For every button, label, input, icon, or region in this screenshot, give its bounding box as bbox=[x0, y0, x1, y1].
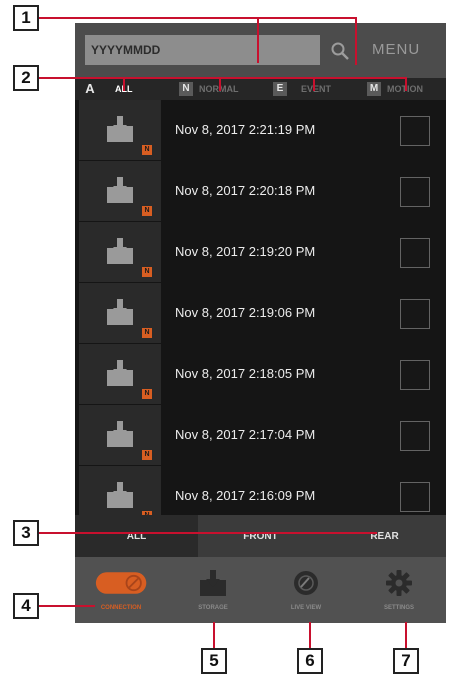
filter-label: EVENT bbox=[301, 84, 332, 94]
callout-3: 3 bbox=[13, 520, 39, 546]
nav-label: SETTINGS bbox=[383, 605, 414, 611]
select-checkbox[interactable] bbox=[400, 299, 430, 329]
leader-line-6 bbox=[309, 622, 311, 648]
download-icon bbox=[107, 360, 133, 386]
leader-line-1 bbox=[355, 17, 357, 65]
nav-storage[interactable]: STORAGE bbox=[167, 557, 259, 623]
list-item[interactable]: N Nov 8, 2017 2:19:20 PM bbox=[75, 222, 446, 283]
download-icon bbox=[107, 238, 133, 264]
filter-letter: M bbox=[367, 82, 381, 96]
recording-thumbnail[interactable]: N bbox=[79, 283, 161, 343]
recording-timestamp: Nov 8, 2017 2:19:20 PM bbox=[175, 244, 316, 259]
select-checkbox[interactable] bbox=[400, 177, 430, 207]
filter-motion[interactable]: M MOTION bbox=[367, 81, 423, 97]
leader-line-2 bbox=[39, 77, 407, 79]
normal-badge: N bbox=[142, 450, 152, 460]
list-item[interactable]: N Nov 8, 2017 2:16:09 PM bbox=[75, 466, 446, 515]
list-item[interactable]: N Nov 8, 2017 2:17:04 PM bbox=[75, 405, 446, 466]
leader-line-2 bbox=[313, 77, 315, 91]
normal-badge: N bbox=[142, 328, 152, 338]
download-icon bbox=[107, 421, 133, 447]
recording-thumbnail[interactable]: N bbox=[79, 222, 161, 282]
select-checkbox[interactable] bbox=[400, 482, 430, 512]
list-item[interactable]: N Nov 8, 2017 2:18:05 PM bbox=[75, 344, 446, 405]
recording-timestamp: Nov 8, 2017 2:20:18 PM bbox=[175, 183, 316, 198]
callout-4: 4 bbox=[13, 593, 39, 619]
nav-label: STORAGE bbox=[198, 605, 228, 611]
select-checkbox[interactable] bbox=[400, 421, 430, 451]
leader-line-2 bbox=[219, 77, 221, 91]
callout-5: 5 bbox=[201, 648, 227, 674]
select-checkbox[interactable] bbox=[400, 116, 430, 146]
recording-timestamp: Nov 8, 2017 2:17:04 PM bbox=[175, 427, 316, 442]
bottom-nav: CONNECTION STORAGE LIVE VIEW SETTINGS bbox=[75, 557, 446, 623]
filter-letter: E bbox=[273, 82, 287, 96]
callout-6: 6 bbox=[297, 648, 323, 674]
list-item[interactable]: N Nov 8, 2017 2:20:18 PM bbox=[75, 161, 446, 222]
filter-letter: N bbox=[179, 82, 193, 96]
tab-front[interactable]: FRONT bbox=[199, 515, 322, 557]
download-icon bbox=[107, 116, 133, 142]
tab-all[interactable]: ALL bbox=[75, 515, 198, 557]
search-bar: YYYYMMDD MENU bbox=[75, 23, 446, 78]
settings-icon bbox=[386, 570, 412, 596]
filter-all[interactable]: A ALL bbox=[83, 81, 132, 97]
filter-letter: A bbox=[85, 81, 95, 96]
recording-thumbnail[interactable]: N bbox=[79, 100, 161, 160]
menu-button[interactable]: MENU bbox=[372, 41, 420, 58]
recording-timestamp: Nov 8, 2017 2:21:19 PM bbox=[175, 122, 316, 137]
recording-thumbnail[interactable]: N bbox=[79, 161, 161, 221]
recording-thumbnail[interactable]: N bbox=[79, 405, 161, 465]
storage-icon bbox=[200, 570, 226, 596]
recording-timestamp: Nov 8, 2017 2:19:06 PM bbox=[175, 305, 316, 320]
connection-icon bbox=[95, 572, 147, 594]
tab-rear[interactable]: REAR bbox=[323, 515, 446, 557]
recording-timestamp: Nov 8, 2017 2:18:05 PM bbox=[175, 366, 316, 381]
recording-list[interactable]: N Nov 8, 2017 2:21:19 PM N Nov 8, 2017 2… bbox=[75, 100, 446, 515]
normal-badge: N bbox=[142, 389, 152, 399]
leader-line-2 bbox=[123, 77, 125, 91]
recording-timestamp: Nov 8, 2017 2:16:09 PM bbox=[175, 488, 316, 503]
leader-line-1 bbox=[39, 17, 357, 19]
normal-badge: N bbox=[142, 206, 152, 216]
filter-normal[interactable]: N NORMAL bbox=[179, 81, 239, 97]
live-view-icon bbox=[294, 571, 318, 595]
leader-line-4 bbox=[39, 605, 95, 607]
select-checkbox[interactable] bbox=[400, 360, 430, 390]
leader-line-1 bbox=[257, 17, 259, 63]
callout-2: 2 bbox=[13, 65, 39, 91]
list-item[interactable]: N Nov 8, 2017 2:21:19 PM bbox=[75, 100, 446, 161]
filter-bar: A ALL N NORMAL E EVENT M MOTION bbox=[75, 78, 446, 100]
nav-live-view[interactable]: LIVE VIEW bbox=[260, 557, 352, 623]
leader-line-7 bbox=[405, 622, 407, 648]
search-icon[interactable] bbox=[330, 41, 350, 61]
recording-thumbnail[interactable]: N bbox=[79, 344, 161, 404]
normal-badge: N bbox=[142, 267, 152, 277]
normal-badge: N bbox=[142, 145, 152, 155]
select-checkbox[interactable] bbox=[400, 238, 430, 268]
recording-thumbnail[interactable]: N bbox=[79, 466, 161, 515]
list-item[interactable]: N Nov 8, 2017 2:19:06 PM bbox=[75, 283, 446, 344]
camera-tabs: ALL FRONT REAR bbox=[75, 515, 446, 557]
leader-line-5 bbox=[213, 622, 215, 648]
nav-label: LIVE VIEW bbox=[290, 605, 322, 611]
filter-event[interactable]: E EVENT bbox=[273, 81, 331, 97]
download-icon bbox=[107, 482, 133, 508]
nav-settings[interactable]: SETTINGS bbox=[353, 557, 445, 623]
leader-line-2 bbox=[405, 77, 407, 91]
search-input[interactable]: YYYYMMDD bbox=[85, 35, 320, 65]
leader-line-3 bbox=[39, 532, 377, 534]
download-icon bbox=[107, 299, 133, 325]
nav-connection[interactable]: CONNECTION bbox=[75, 557, 167, 623]
callout-7: 7 bbox=[393, 648, 419, 674]
callout-1: 1 bbox=[13, 5, 39, 31]
download-icon bbox=[107, 177, 133, 203]
